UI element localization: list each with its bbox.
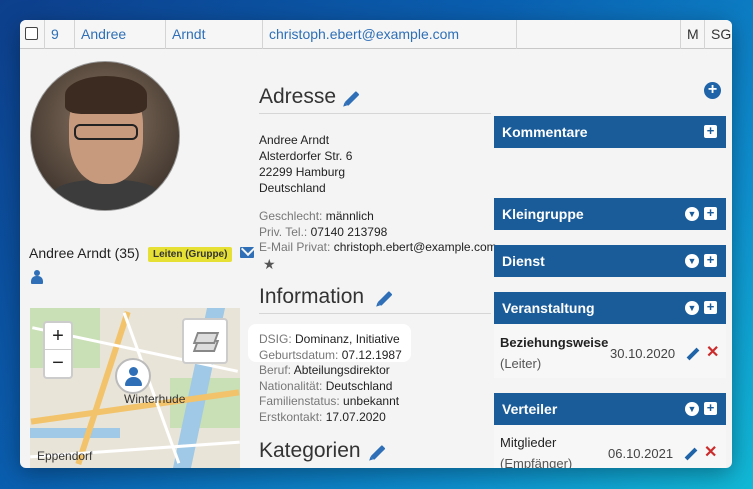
empty-cell bbox=[517, 20, 681, 49]
zoom-out-button[interactable]: − bbox=[45, 350, 71, 377]
address-block: Andree Arndt Alsterdorfer Str. 6 22299 H… bbox=[259, 132, 352, 196]
address-line: Andree Arndt bbox=[259, 133, 330, 147]
plus-icon[interactable]: + bbox=[704, 253, 717, 267]
person-detail-window: 9 Andree Arndt christoph.ebert@example.c… bbox=[20, 20, 732, 468]
layers-button[interactable] bbox=[182, 318, 228, 364]
map-label-area: Eppendorf bbox=[37, 449, 93, 463]
row-select-cell bbox=[20, 20, 45, 49]
plus-icon[interactable]: + bbox=[704, 401, 717, 415]
categories-title: Kategorien bbox=[259, 439, 361, 462]
nationality-row: Nationalität: Deutschland bbox=[259, 378, 393, 393]
add-circle-icon[interactable]: + bbox=[704, 82, 721, 99]
m-column-cell: M bbox=[681, 20, 705, 49]
avatar-shirt bbox=[51, 180, 161, 210]
person-table-row[interactable]: 9 Andree Arndt christoph.ebert@example.c… bbox=[20, 20, 732, 49]
plus-icon[interactable]: + bbox=[704, 124, 717, 138]
panel-title: Kommentare bbox=[502, 124, 588, 140]
zoom-in-button[interactable]: + bbox=[45, 323, 71, 350]
last-name-cell[interactable]: Arndt bbox=[166, 20, 263, 49]
panel-dienst[interactable]: Dienst ▼ + bbox=[494, 245, 726, 277]
item-role: (Empfänger) bbox=[500, 456, 573, 468]
chevron-down-icon[interactable]: ▼ bbox=[685, 301, 699, 315]
birth-row: Geburtsdatum: 07.12.1987 bbox=[259, 347, 402, 362]
job-row: Beruf: Abteilungsdirektor bbox=[259, 363, 390, 377]
gender-row: Geschlecht: männlich bbox=[259, 209, 374, 223]
veranstaltung-item[interactable]: Beziehungsweise (Leiter) 30.10.2020 ✕ bbox=[494, 324, 726, 378]
sg-column-cell: SG bbox=[711, 26, 732, 42]
email-row: E-Mail Privat: christoph.ebert@example.c… bbox=[259, 240, 497, 254]
mail-icon[interactable] bbox=[240, 247, 254, 258]
verteiler-item[interactable]: Mitglieder (Empfänger) 06.10.2021 ✕ bbox=[494, 425, 726, 468]
star-icon[interactable]: ★ bbox=[263, 256, 276, 273]
dsig-row: DSIG: Dominanz, Initiative bbox=[259, 332, 400, 346]
panel-veranstaltung[interactable]: Veranstaltung ▼ + bbox=[494, 292, 726, 324]
panel-title: Kleingruppe bbox=[502, 206, 584, 222]
divider bbox=[259, 113, 491, 114]
location-map[interactable]: + − Winterhude Eppendorf bbox=[30, 308, 240, 468]
email-cell[interactable]: christoph.ebert@example.com bbox=[263, 20, 517, 49]
group-icon[interactable] bbox=[31, 270, 43, 284]
address-line: 22299 Hamburg bbox=[259, 165, 346, 179]
item-name: Mitglieder bbox=[500, 435, 557, 450]
information-title: Information bbox=[259, 285, 365, 308]
contact-block: Geschlecht: männlich Priv. Tel.: 07140 2… bbox=[259, 209, 497, 256]
panel-kommentare[interactable]: Kommentare + bbox=[494, 116, 726, 148]
divider bbox=[259, 313, 491, 314]
plus-icon[interactable]: + bbox=[704, 206, 717, 220]
map-label-district: Winterhude bbox=[124, 392, 186, 406]
address-title: Adresse bbox=[259, 85, 337, 108]
edit-icon[interactable] bbox=[686, 347, 700, 361]
row-checkbox[interactable] bbox=[25, 27, 38, 40]
avatar-hair bbox=[65, 76, 147, 114]
panel-title: Dienst bbox=[502, 253, 545, 269]
edit-icon[interactable] bbox=[684, 447, 698, 461]
first-contact-row: Erstkontakt: 17.07.2020 bbox=[259, 409, 386, 424]
family-row: Familienstatus: unbekannt bbox=[259, 394, 400, 408]
information-block: DSIG: Dominanz, Initiative Geburtsdatum:… bbox=[259, 332, 402, 425]
delete-icon[interactable]: ✕ bbox=[706, 342, 719, 362]
plus-icon[interactable]: + bbox=[704, 300, 717, 314]
chevron-down-icon[interactable]: ▼ bbox=[685, 254, 699, 268]
panel-verteiler[interactable]: Verteiler ▼ + bbox=[494, 393, 726, 425]
address-line: Deutschland bbox=[259, 181, 326, 195]
address-line: Alsterdorfer Str. 6 bbox=[259, 149, 353, 163]
item-name: Beziehungsweise bbox=[500, 335, 609, 350]
map-canal bbox=[30, 428, 120, 438]
layers-icon bbox=[192, 332, 220, 344]
edit-address-icon[interactable] bbox=[344, 91, 360, 106]
item-date: 30.10.2020 bbox=[610, 346, 676, 361]
map-zoom-control: + − bbox=[43, 321, 73, 379]
panel-kleingruppe[interactable]: Kleingruppe ▼ + bbox=[494, 198, 726, 230]
role-badge[interactable]: Leiten (Gruppe) bbox=[148, 247, 233, 262]
delete-icon[interactable]: ✕ bbox=[704, 442, 717, 462]
edit-information-icon[interactable] bbox=[377, 291, 393, 306]
location-marker[interactable] bbox=[115, 358, 151, 394]
avatar-glasses bbox=[74, 124, 138, 140]
chevron-down-icon[interactable]: ▼ bbox=[685, 402, 699, 416]
panel-title: Verteiler bbox=[502, 401, 558, 417]
panel-title: Veranstaltung bbox=[502, 300, 595, 316]
first-name-cell[interactable]: Andree bbox=[75, 20, 166, 49]
avatar bbox=[30, 61, 180, 211]
item-date: 06.10.2021 bbox=[608, 446, 674, 461]
edit-categories-icon[interactable] bbox=[370, 445, 386, 460]
chevron-down-icon[interactable]: ▼ bbox=[685, 207, 699, 221]
person-detail-content: Andree Arndt (35) Leiten (Gruppe) + − Wi… bbox=[20, 50, 732, 468]
phone-row: Priv. Tel.: 07140 213798 bbox=[259, 224, 388, 239]
id-cell[interactable]: 9 bbox=[45, 20, 75, 49]
person-name: Andree Arndt (35) bbox=[29, 245, 140, 261]
item-role: (Leiter) bbox=[500, 356, 542, 371]
